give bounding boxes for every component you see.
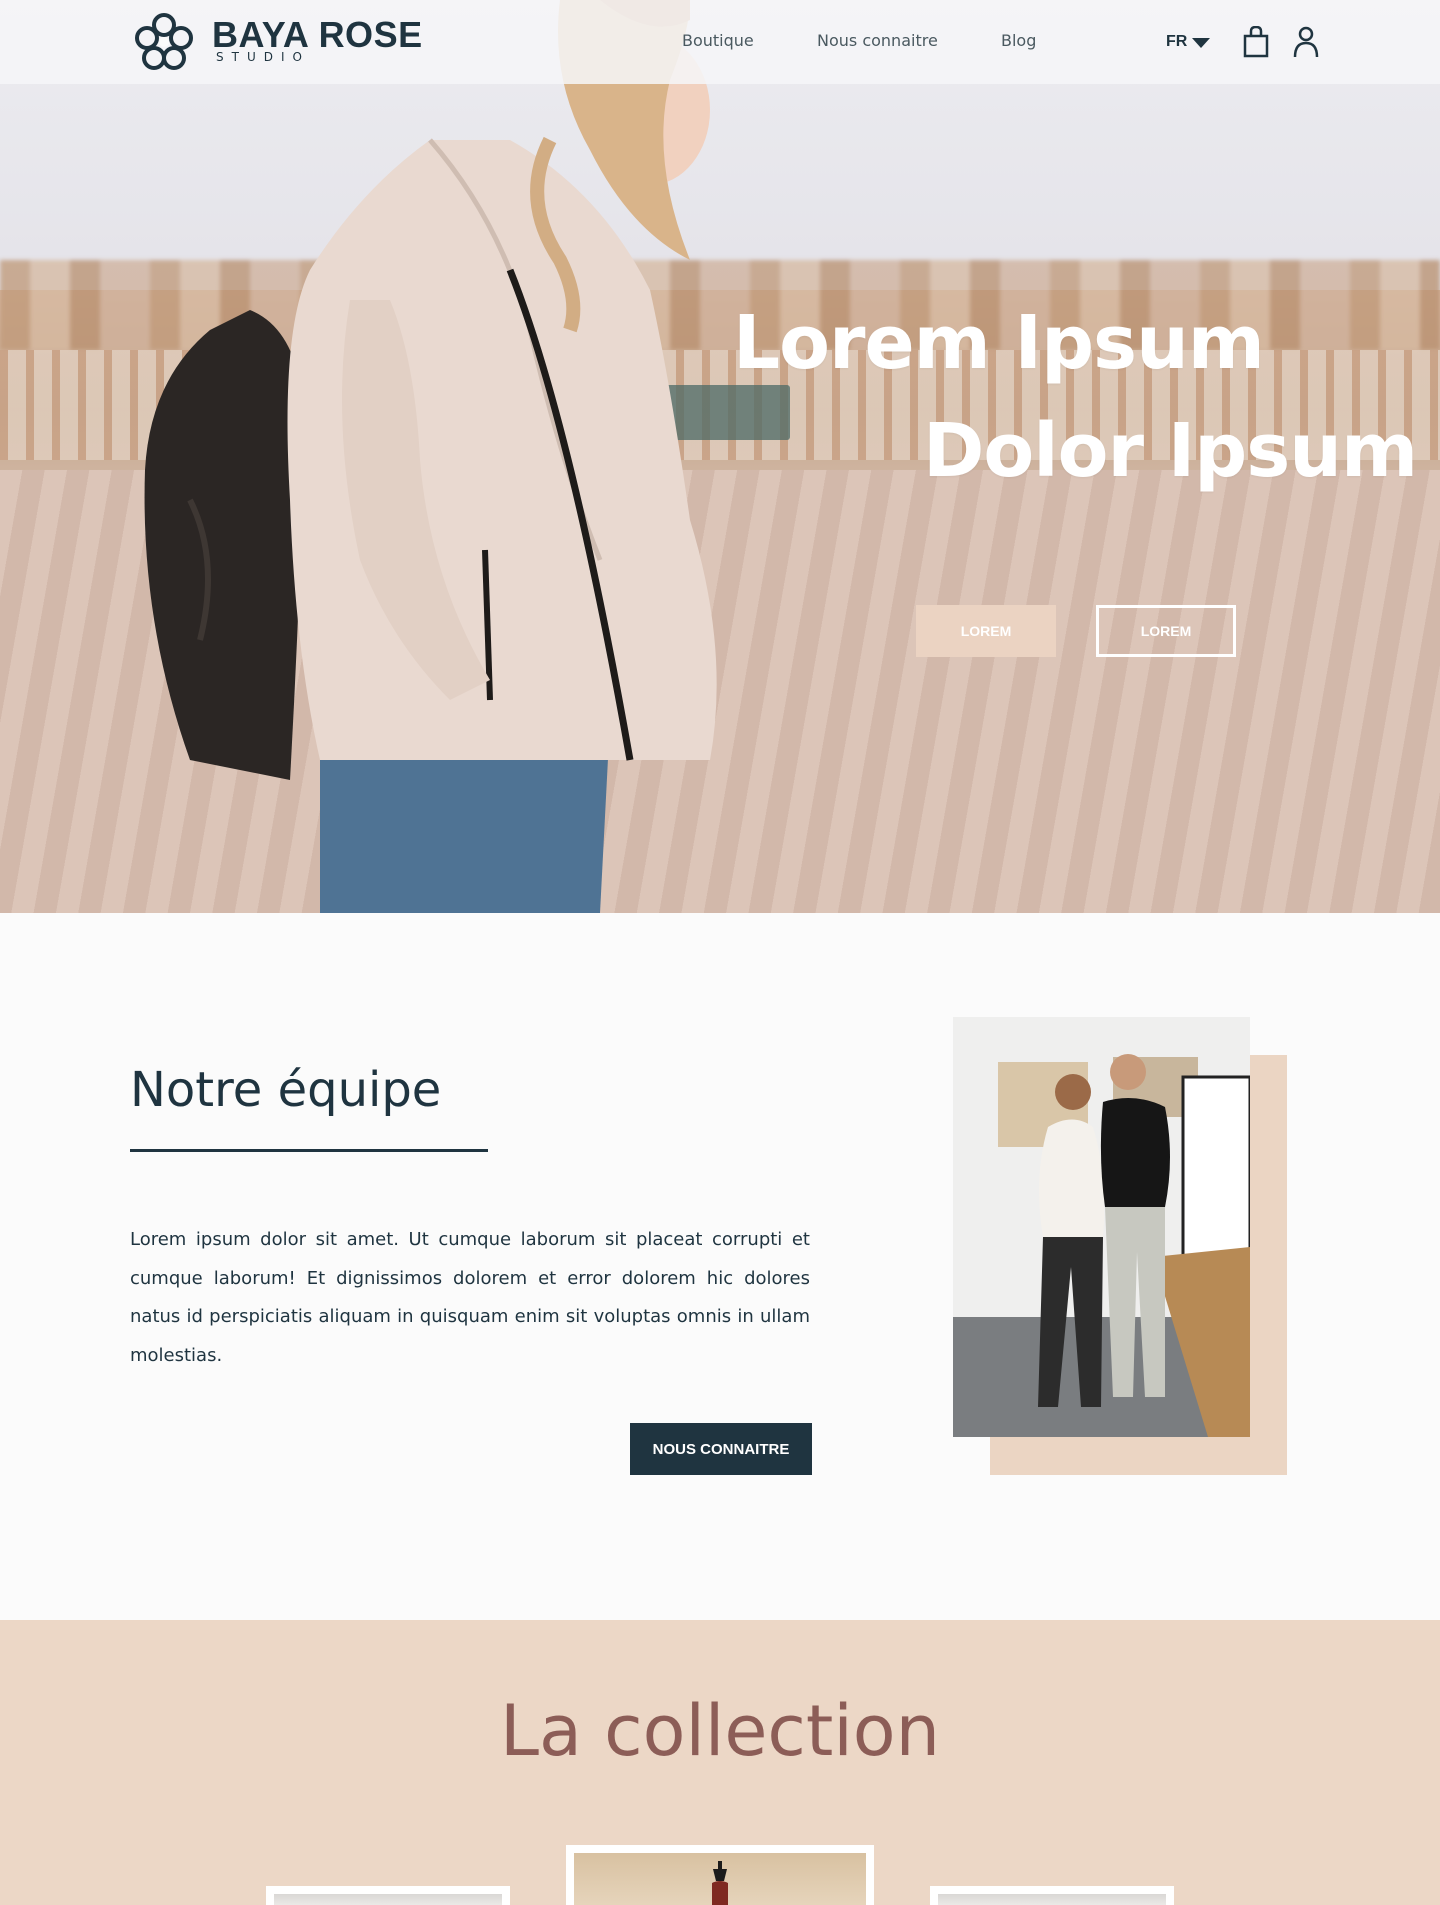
team-photo (953, 1017, 1250, 1437)
nav-link-blog[interactable]: Blog (1001, 31, 1036, 50)
hero-person-image (144, 0, 717, 913)
language-selector[interactable]: FR (1166, 33, 1187, 51)
collection-card-image (938, 1894, 1166, 1905)
hero-secondary-button[interactable]: LOREM (1096, 605, 1236, 657)
team-title-underline (130, 1149, 488, 1152)
nav-link-nous-connaitre[interactable]: Nous connaitre (817, 31, 938, 50)
team-description: Lorem ipsum dolor sit amet. Ut cumque la… (130, 1229, 810, 1366)
mannequin-icon (712, 1861, 728, 1905)
collection-card-left[interactable] (266, 1886, 510, 1905)
caret-down-icon[interactable] (1192, 38, 1210, 48)
flower-logo-icon[interactable] (133, 11, 195, 73)
hero-title-line2: Dolor Ipsum (923, 408, 1418, 494)
shopping-bag-icon[interactable] (1243, 26, 1269, 58)
nous-connaitre-button[interactable]: NOUS CONNAITRE (630, 1423, 812, 1475)
hero-primary-button[interactable]: LOREM (916, 605, 1056, 657)
collection-title: La collection (500, 1690, 940, 1772)
collection-card-center[interactable] (566, 1845, 874, 1905)
collection-card-right[interactable] (930, 1886, 1174, 1905)
collection-card-image (274, 1894, 502, 1905)
user-icon[interactable] (1293, 26, 1319, 58)
team-title: Notre équipe (130, 1062, 442, 1118)
brand-subtitle: STUDIO (216, 50, 310, 64)
nav-link-boutique[interactable]: Boutique (682, 31, 754, 50)
hero-title-line1: Lorem Ipsum (733, 300, 1265, 386)
top-navigation: BAYA ROSE STUDIO Boutique Nous connaitre… (0, 0, 1440, 84)
